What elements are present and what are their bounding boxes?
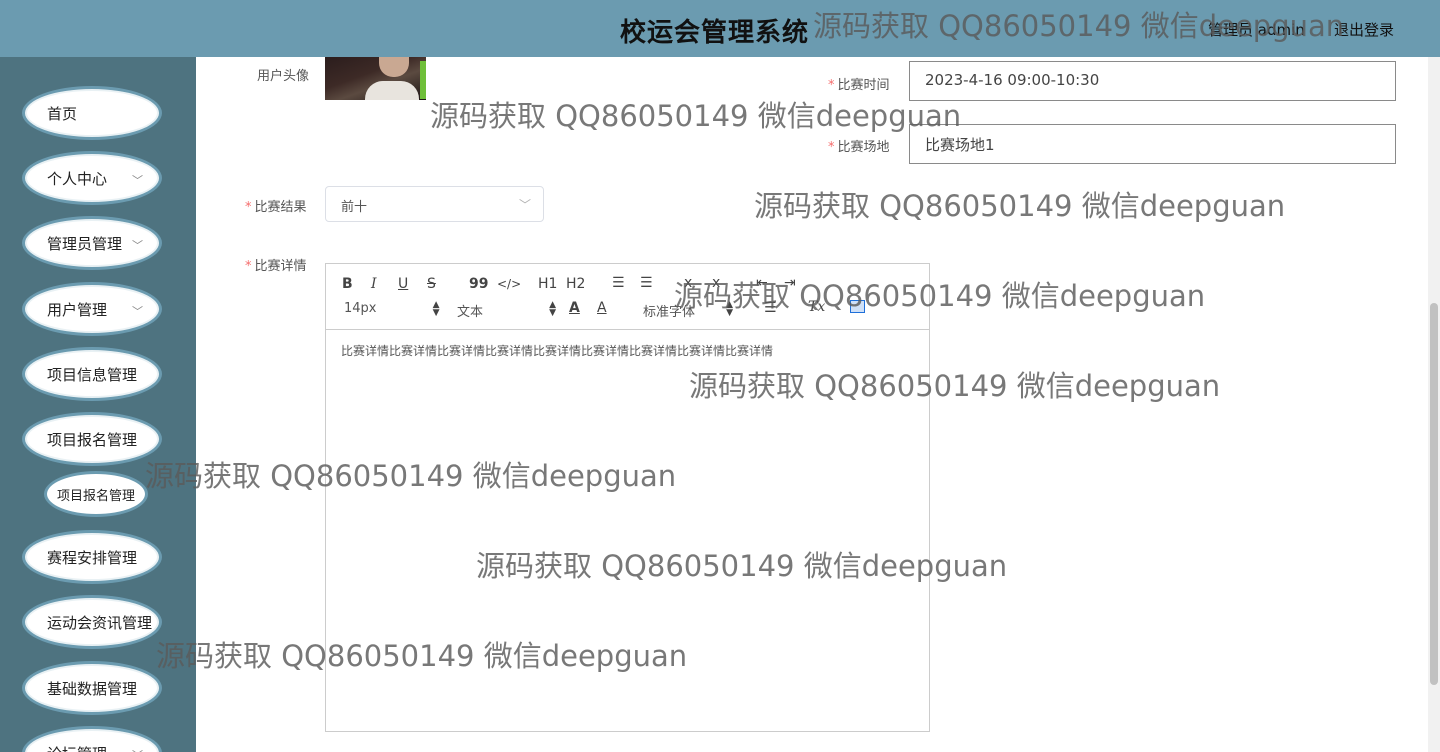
sidebar-item-user-management[interactable]: 用户管理 ﹀ [22,282,162,336]
sidebar-item-base-data[interactable]: 基础数据管理 [22,661,162,715]
updown-icon: ▲ ▼ [549,300,557,318]
current-user: 管理员 admin [1208,21,1305,39]
sidebar-subitem-project-registration[interactable]: 项目报名管理 [44,471,148,517]
avatar [325,57,426,100]
bold-button[interactable]: B [342,276,353,292]
sidebar-item-label: 用户管理 [47,300,108,319]
detail-label-text: 比赛详情 [254,259,307,274]
result-select[interactable]: 前十 ﹀ [325,186,544,222]
venue-label: * 比赛场地 [828,136,890,155]
sidebar-item-home[interactable]: 首页 [22,86,162,140]
avatar-label: 用户头像 [257,65,309,84]
paragraph-select[interactable]: 文本 ▲ ▼ [457,301,556,321]
h2-button[interactable]: H2 [566,276,585,292]
required-mark: * [828,78,835,93]
editor-toolbar: B I U S 99 </> H1 H2 ☰ ☰ x x ⇤ ⇥ 14px ▲ ▼… [326,264,929,330]
sidebar-item-label: 论坛管理 [47,743,107,752]
bullet-list-icon[interactable]: ☰ [640,275,653,291]
main-form: 用户头像 * 比赛时间 2023-4-16 09:00-10:30 * 比赛场地 比… [196,57,1440,752]
font-family-value: 标准字体 [643,305,696,320]
indent-icon[interactable]: ⇥ [784,275,796,291]
result-label: * 比赛结果 [245,196,307,215]
editor-content[interactable]: 比赛详情比赛详情比赛详情比赛详情比赛详情比赛详情比赛详情比赛详情比赛详情 [341,342,911,359]
detail-label: * 比赛详情 [245,255,307,274]
superscript-icon[interactable]: x [712,275,720,291]
required-mark: * [245,200,252,215]
sidebar: 首页 个人中心 ﹀ 管理员管理 ﹀ 用户管理 ﹀ 项目信息管理 项目报名管理 项… [0,57,196,752]
sidebar-item-label: 项目报名管理 [47,430,138,449]
required-mark: * [828,140,835,155]
sidebar-item-label: 赛程安排管理 [47,548,138,567]
sidebar-item-label: 首页 [47,104,78,123]
sidebar-item-admin-management[interactable]: 管理员管理 ﹀ [22,216,162,270]
rich-text-editor[interactable]: B I U S 99 </> H1 H2 ☰ ☰ x x ⇤ ⇥ 14px ▲ ▼… [325,263,930,732]
updown-icon: ▲ ▼ [726,300,734,318]
result-select-value: 前十 [341,200,368,215]
underline-button[interactable]: U [398,276,408,292]
sidebar-item-label: 项目信息管理 [47,365,138,384]
time-label: * 比赛时间 [828,74,890,93]
subscript-icon[interactable]: x [684,275,692,291]
venue-input[interactable]: 比赛场地1 [909,124,1396,164]
updown-icon: ▲ ▼ [432,300,440,318]
font-size-select[interactable]: 14px ▲ ▼ [344,301,440,318]
top-header: 校运会管理系统 管理员 admin 退出登录 [0,0,1440,57]
font-size-value: 14px [344,301,377,316]
required-mark: * [245,259,252,274]
sidebar-item-personal-center[interactable]: 个人中心 ﹀ [22,151,162,205]
chevron-down-icon: ﹀ [132,747,143,752]
chevron-down-icon: ﹀ [132,174,143,187]
sidebar-item-project-registration[interactable]: 项目报名管理 [22,412,162,466]
result-label-text: 比赛结果 [254,200,307,215]
quote-button[interactable]: 99 [469,276,488,292]
scrollbar-thumb[interactable] [1430,303,1438,685]
code-button[interactable]: </> [497,277,521,291]
chevron-down-icon: ﹀ [518,198,531,212]
chevron-down-icon: ﹀ [132,239,143,252]
outdent-icon[interactable]: ⇤ [756,275,768,291]
sidebar-item-label: 管理员管理 [47,234,123,253]
sidebar-item-schedule[interactable]: 赛程安排管理 [22,530,162,584]
strike-button[interactable]: S [427,276,436,292]
paragraph-value: 文本 [457,305,484,320]
time-label-text: 比赛时间 [837,78,890,93]
venue-label-text: 比赛场地 [837,140,890,155]
image-icon[interactable] [850,300,865,313]
font-color-button[interactable]: A [569,300,580,316]
clear-format-button[interactable]: Tx [808,299,825,315]
align-icon[interactable]: ☰ [764,300,777,316]
logout-button[interactable]: 退出登录 [1334,19,1394,40]
h1-button[interactable]: H1 [538,276,557,292]
time-input[interactable]: 2023-4-16 09:00-10:30 [909,61,1396,101]
chevron-down-icon: ﹀ [132,305,143,318]
sidebar-item-project-info[interactable]: 项目信息管理 [22,347,162,401]
page-scrollbar[interactable] [1428,57,1440,752]
ordered-list-icon[interactable]: ☰ [612,275,625,291]
italic-button[interactable]: I [371,276,377,292]
background-color-button[interactable]: A [597,300,607,316]
avatar-label-text: 用户头像 [257,69,310,84]
sidebar-item-forum[interactable]: 论坛管理 ﹀ [22,726,162,752]
font-family-select[interactable]: 标准字体 ▲ ▼ [643,301,733,321]
sidebar-item-label: 基础数据管理 [47,679,138,698]
sidebar-subitem-label: 项目报名管理 [56,488,135,504]
sidebar-item-label: 个人中心 [47,169,108,188]
app-title: 校运会管理系统 [620,18,810,48]
sidebar-item-news[interactable]: 运动会资讯管理 [22,595,162,649]
sidebar-item-label: 运动会资讯管理 [47,613,153,632]
